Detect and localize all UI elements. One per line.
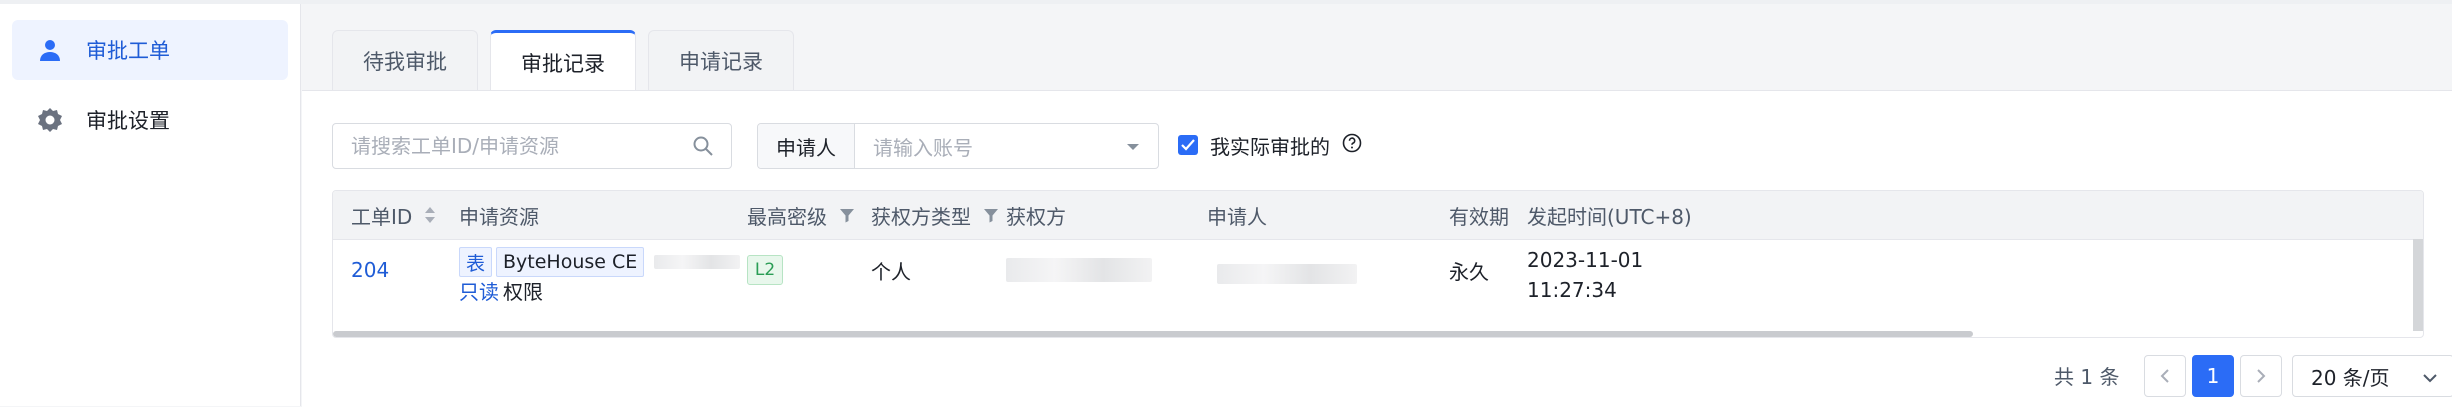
header-time: 发起时间(UTC+8) bbox=[1527, 204, 1692, 229]
main-content: 待我审批 审批记录 申请记录 申请人 请输入账号 我实际审批的 bbox=[302, 4, 2452, 407]
applicant-placeholder[interactable]: 请输入账号 bbox=[873, 132, 1126, 161]
search-icon[interactable] bbox=[689, 132, 717, 160]
redacted-resource bbox=[654, 255, 741, 269]
page-size-value: 20 条/页 bbox=[2311, 365, 2390, 390]
chevron-left-icon bbox=[2160, 364, 2170, 388]
level-badge: L2 bbox=[747, 255, 783, 285]
filter-icon[interactable] bbox=[983, 207, 999, 223]
resource-cell: 表 ByteHouse CE bbox=[459, 246, 741, 278]
applicant-select[interactable]: 申请人 请输入账号 bbox=[757, 123, 1159, 169]
gear-icon bbox=[36, 106, 64, 134]
applicant-cell bbox=[1217, 260, 1357, 288]
redacted-applicant bbox=[1217, 264, 1357, 284]
header-id[interactable]: 工单ID bbox=[351, 191, 436, 239]
records-panel: 申请人 请输入账号 我实际审批的 工单ID bbox=[302, 90, 2452, 407]
header-level-label: 最高密级 bbox=[747, 204, 827, 229]
resource-type-label: 表 bbox=[466, 252, 486, 275]
order-id-link[interactable]: 204 bbox=[351, 240, 389, 300]
sidebar-item-approval-settings[interactable]: 审批设置 bbox=[12, 90, 288, 150]
chevron-down-icon bbox=[1126, 137, 1140, 156]
table-row: 204 表 ByteHouse CE 只读 权限 L2 个人 永久 2023-1… bbox=[333, 240, 2423, 330]
prev-page-button[interactable] bbox=[2144, 355, 2186, 397]
page-size-select[interactable]: 20 条/页 bbox=[2292, 355, 2452, 397]
search-box bbox=[332, 123, 732, 169]
header-resource: 申请资源 bbox=[459, 204, 539, 229]
table-header: 工单ID 申请资源 最高密级 获权方类型 获权方 申请人 有效期 发起时间(UT… bbox=[333, 191, 2423, 240]
sidebar-item-label: 审批设置 bbox=[86, 109, 170, 133]
page-1-button[interactable]: 1 bbox=[2192, 355, 2234, 397]
header-level: 最高密级 bbox=[747, 191, 855, 239]
pagination-total: 共 1 条 bbox=[2054, 365, 2120, 389]
next-page-button[interactable] bbox=[2240, 355, 2282, 397]
level-cell: L2 bbox=[747, 240, 783, 300]
sidebar: 审批工单 审批设置 bbox=[0, 4, 301, 406]
permission-cell: 只读 权限 bbox=[459, 276, 543, 304]
search-input[interactable] bbox=[349, 125, 689, 167]
header-applicant: 申请人 bbox=[1207, 204, 1267, 229]
header-grantee-type-label: 获权方类型 bbox=[871, 204, 971, 229]
tab-bar: 待我审批 审批记录 申请记录 bbox=[332, 30, 806, 94]
tab-approval-records[interactable]: 审批记录 bbox=[490, 30, 636, 93]
help-icon[interactable] bbox=[1342, 133, 1362, 157]
actually-approved-filter[interactable]: 我实际审批的 bbox=[1178, 127, 1362, 163]
time-date: 2023-11-01 bbox=[1527, 248, 1644, 272]
sidebar-item-approval-orders[interactable]: 审批工单 bbox=[12, 20, 288, 80]
header-validity: 有效期 bbox=[1449, 204, 1509, 229]
filter-icon[interactable] bbox=[839, 207, 855, 223]
sidebar-item-label: 审批工单 bbox=[86, 39, 170, 63]
sort-icon[interactable] bbox=[424, 206, 436, 224]
chevron-down-icon bbox=[2423, 364, 2437, 388]
user-icon bbox=[36, 36, 64, 64]
redacted-grantee bbox=[1006, 258, 1152, 282]
chevron-right-icon bbox=[2256, 364, 2266, 388]
checkbox[interactable] bbox=[1178, 135, 1198, 155]
header-grantee-type: 获权方类型 bbox=[871, 191, 999, 239]
validity-cell: 永久 bbox=[1449, 259, 1489, 284]
horizontal-scrollbar[interactable] bbox=[333, 331, 1973, 337]
vertical-scrollbar[interactable] bbox=[2413, 239, 2423, 331]
grantee-type-cell: 个人 bbox=[871, 259, 911, 284]
records-table: 工单ID 申请资源 最高密级 获权方类型 获权方 申请人 有效期 发起时间(UT… bbox=[332, 190, 2424, 338]
resource-type-tag: 表 bbox=[459, 247, 493, 277]
applicant-label: 申请人 bbox=[758, 124, 855, 168]
checkbox-label: 我实际审批的 bbox=[1210, 134, 1330, 159]
tab-pending-approval[interactable]: 待我审批 bbox=[332, 30, 478, 91]
grantee-cell bbox=[1006, 256, 1152, 284]
resource-name-tag[interactable]: ByteHouse CE bbox=[496, 247, 645, 277]
header-grantee: 获权方 bbox=[1006, 204, 1066, 229]
permission-suffix: 权限 bbox=[503, 279, 543, 304]
permission-link[interactable]: 只读 bbox=[459, 276, 499, 305]
time-clock: 11:27:34 bbox=[1527, 278, 1617, 302]
tab-application-records[interactable]: 申请记录 bbox=[648, 30, 794, 91]
header-id-label: 工单ID bbox=[351, 204, 413, 229]
